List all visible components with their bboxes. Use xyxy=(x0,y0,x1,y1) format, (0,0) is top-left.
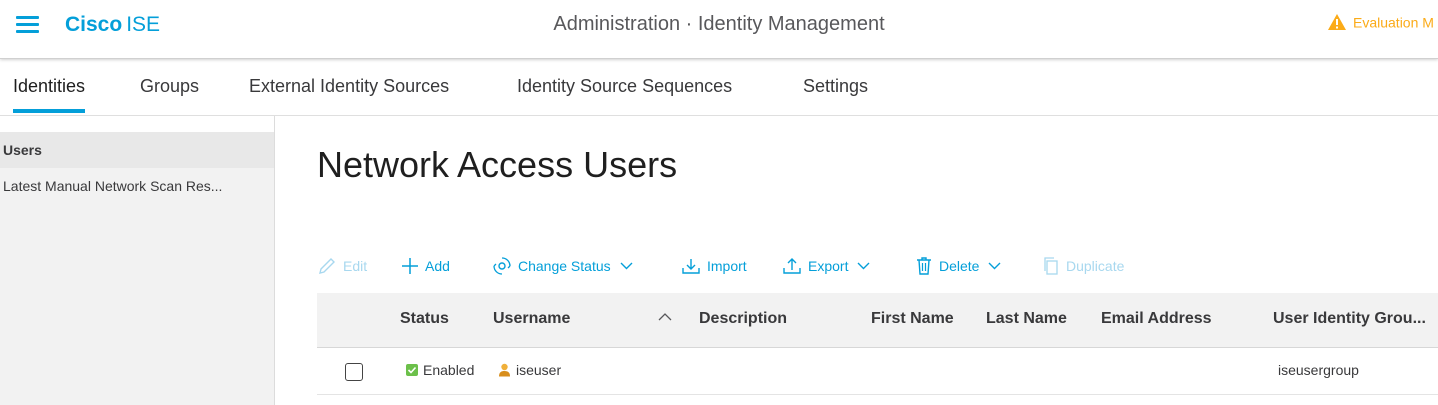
plus-icon xyxy=(402,258,418,274)
add-label: Add xyxy=(425,258,450,274)
column-header-user-identity-group[interactable]: User Identity Grou... xyxy=(1273,310,1426,328)
column-header-description[interactable]: Description xyxy=(699,310,787,328)
sort-ascending-icon[interactable] xyxy=(658,312,672,321)
column-header-status[interactable]: Status xyxy=(400,310,449,328)
change-status-label: Change Status xyxy=(518,258,611,274)
chevron-down-icon xyxy=(620,262,633,270)
trash-icon xyxy=(917,257,931,275)
import-button[interactable]: Import xyxy=(681,252,747,280)
page-title: Network Access Users xyxy=(317,144,678,185)
brand-product: ISE xyxy=(126,13,161,36)
delete-label: Delete xyxy=(939,258,980,274)
column-header-last-name[interactable]: Last Name xyxy=(986,310,1067,328)
username-value[interactable]: iseuser xyxy=(516,362,561,378)
status-value: Enabled xyxy=(423,362,475,378)
brand-logo[interactable]: Cisco ISE xyxy=(65,13,160,37)
duplicate-label: Duplicate xyxy=(1066,258,1125,274)
pencil-icon xyxy=(319,258,335,274)
column-header-email[interactable]: Email Address xyxy=(1101,310,1212,328)
import-icon xyxy=(682,259,700,274)
edit-button[interactable]: Edit xyxy=(317,252,367,280)
status-cell: Enabled xyxy=(406,362,474,378)
column-header-first-name[interactable]: First Name xyxy=(871,310,954,328)
user-icon xyxy=(499,363,510,377)
hamburger-menu-icon[interactable] xyxy=(16,16,39,33)
change-status-button[interactable]: Change Status xyxy=(492,252,633,280)
sidebar-item-users[interactable]: Users xyxy=(0,132,274,168)
add-button[interactable]: Add xyxy=(401,252,450,280)
table-row[interactable]: Enabled iseuser iseusergroup xyxy=(317,348,1438,395)
tab-identity-source-sequences[interactable]: Identity Source Sequences xyxy=(517,76,732,97)
username-cell: iseuser xyxy=(498,362,561,378)
delete-button[interactable]: Delete xyxy=(915,252,1001,280)
sidebar-item-network-scan[interactable]: Latest Manual Network Scan Res... xyxy=(0,168,274,204)
import-label: Import xyxy=(707,258,747,274)
duplicate-button[interactable]: Duplicate xyxy=(1042,252,1124,280)
sidebar: Users Latest Manual Network Scan Res... xyxy=(0,116,275,405)
tab-bar: Identities Groups External Identity Sour… xyxy=(0,60,1438,116)
column-header-username[interactable]: Username xyxy=(493,310,570,328)
tab-groups[interactable]: Groups xyxy=(140,76,199,97)
edit-label: Edit xyxy=(343,258,368,274)
tab-external-identity-sources[interactable]: External Identity Sources xyxy=(249,76,449,97)
export-label: Export xyxy=(808,258,849,274)
tab-settings[interactable]: Settings xyxy=(803,76,868,97)
chevron-down-icon xyxy=(857,262,870,270)
evaluation-notice[interactable]: Evaluation M xyxy=(1327,13,1434,31)
warning-icon xyxy=(1328,14,1346,31)
chevron-down-icon xyxy=(988,262,1001,270)
duplicate-icon xyxy=(1044,257,1058,275)
check-icon xyxy=(406,364,418,376)
row-select-checkbox[interactable] xyxy=(345,363,363,381)
top-header: Cisco ISE Administration · Identity Manag… xyxy=(0,0,1438,59)
change-status-icon xyxy=(493,257,511,275)
group-cell: iseusergroup xyxy=(1278,362,1359,378)
tab-identities[interactable]: Identities xyxy=(13,76,86,113)
users-table: Status Username Description First Name L… xyxy=(317,293,1438,395)
table-header: Status Username Description First Name L… xyxy=(317,293,1438,348)
brand-name: Cisco xyxy=(65,13,123,36)
evaluation-text: Evaluation M xyxy=(1353,14,1434,31)
page-context-title: Administration · Identity Management xyxy=(553,13,885,35)
export-icon xyxy=(783,258,801,274)
export-button[interactable]: Export xyxy=(782,252,870,280)
